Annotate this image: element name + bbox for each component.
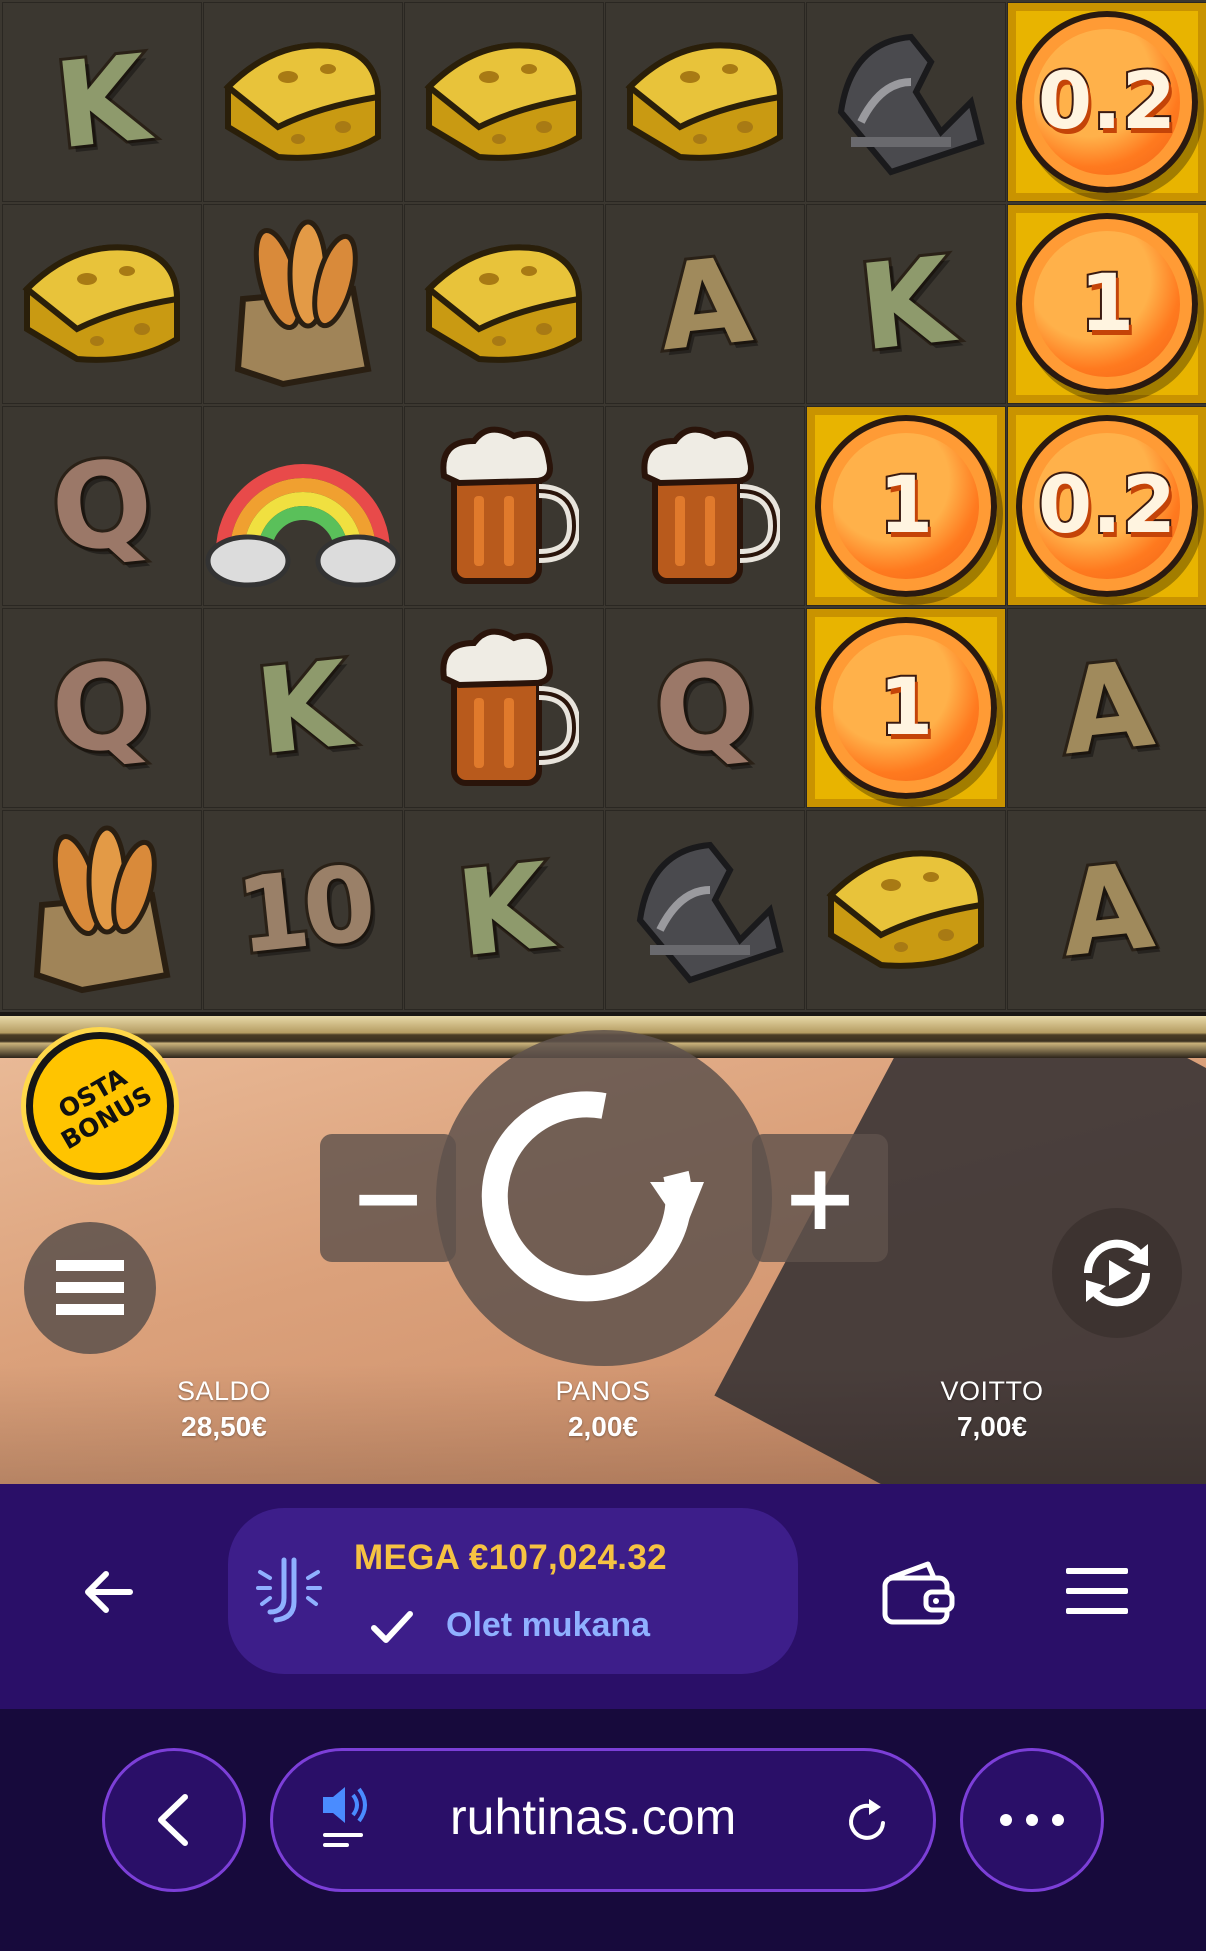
reel-cell: A [605, 204, 805, 404]
balance-value: 28,50€ [181, 1411, 267, 1442]
reel-cell [203, 2, 403, 202]
rainbow-icon [203, 421, 403, 591]
letter-symbol: K [448, 834, 559, 987]
bet-label: PANOS [555, 1376, 651, 1406]
letter-symbol: K [850, 228, 961, 381]
reel-cell: Q [2, 406, 202, 606]
check-icon [371, 1611, 413, 1643]
increase-bet-button[interactable]: + [752, 1134, 888, 1262]
reel-cell: 1 [806, 406, 1006, 606]
letter-symbol: Q [645, 631, 765, 785]
back-arrow-icon[interactable] [78, 1562, 138, 1622]
jackpot-amount: MEGA €107,024.32 [354, 1538, 667, 1577]
cheese-icon [419, 229, 589, 379]
win-display: VOITTO 7,00€ [882, 1376, 1102, 1443]
bet-value: 2,00€ [567, 1411, 639, 1442]
reel-cell [2, 204, 202, 404]
letter-symbol: A [649, 228, 760, 381]
cheese-icon [419, 27, 589, 177]
coin-symbol: 1 [1016, 213, 1198, 395]
balance-display: SALDO 28,50€ [114, 1376, 334, 1443]
letter-symbol: 10 [228, 839, 379, 980]
autoplay-button[interactable] [1052, 1208, 1182, 1338]
reel-cell [203, 406, 403, 606]
browser-more-button[interactable] [960, 1748, 1104, 1892]
trap-icon [620, 830, 790, 990]
more-dots-icon [1000, 1814, 1064, 1826]
coin-value: 1 [877, 661, 935, 755]
bread-icon [223, 219, 383, 389]
reel-cell: K [203, 608, 403, 808]
coin-value: 1 [877, 459, 935, 553]
coin-value: 0.2 [1036, 459, 1178, 553]
reel-cell: 1 [806, 608, 1006, 808]
reel-cell: Q [605, 608, 805, 808]
reel-cell [605, 406, 805, 606]
letter-symbol: Q [42, 631, 162, 785]
spin-button[interactable] [436, 1030, 772, 1366]
win-value: 7,00€ [956, 1411, 1028, 1442]
reel-cell: A [1007, 810, 1206, 1010]
win-label: VOITTO [940, 1376, 1044, 1406]
reel-cell: Q [2, 608, 202, 808]
autoplay-icon [1083, 1239, 1151, 1307]
letter-symbol: A [1051, 632, 1162, 785]
coin-symbol: 0.2 [1016, 415, 1198, 597]
beer-icon [630, 421, 780, 591]
coin-value: 0.2 [1036, 55, 1178, 149]
reel-cell [404, 608, 604, 808]
reel-cell: K [806, 204, 1006, 404]
chevron-left-icon [158, 1794, 188, 1846]
reel-cell: 1 [1007, 204, 1206, 404]
beer-icon [429, 421, 579, 591]
cheese-icon [620, 27, 790, 177]
coin-symbol: 1 [815, 617, 997, 799]
game-menu-button[interactable] [24, 1222, 156, 1354]
trap-icon [821, 22, 991, 182]
cheese-icon [821, 835, 991, 985]
coin-symbol: 0.2 [1016, 11, 1198, 193]
reel-cell: 10 [203, 810, 403, 1010]
wallet-icon[interactable] [880, 1560, 956, 1626]
main-menu-icon[interactable] [1066, 1566, 1128, 1616]
reel-cell: K [404, 810, 604, 1010]
coin-symbol: 1 [815, 415, 997, 597]
reload-icon[interactable] [843, 1797, 893, 1847]
browser-back-button[interactable] [102, 1748, 246, 1892]
letter-symbol: K [247, 632, 358, 785]
cheese-icon [17, 229, 187, 379]
reel-cell [605, 2, 805, 202]
reel-cell [404, 406, 604, 606]
letter-symbol: K [46, 26, 157, 179]
cheese-icon [218, 27, 388, 177]
speaker-icon [323, 1787, 367, 1847]
letter-symbol: A [1051, 834, 1162, 987]
spin-arrow-icon [481, 1091, 704, 1302]
reel-cell [806, 810, 1006, 1010]
joined-status: Olet mukana [446, 1606, 651, 1644]
jackpot-widget[interactable]: MEGA €107,024.32 Olet mukana [228, 1508, 798, 1674]
reel-cell [2, 810, 202, 1010]
beer-icon [429, 623, 579, 793]
plus-icon: + [781, 1144, 859, 1251]
reel-cell [404, 2, 604, 202]
buy-bonus-button[interactable]: OSTA BONUS [26, 1032, 174, 1180]
reel-cell [404, 204, 604, 404]
reel-cell [806, 2, 1006, 202]
reel-cell [605, 810, 805, 1010]
reel-cell: K [2, 2, 202, 202]
reel-cell: A [1007, 608, 1206, 808]
slot-reels: K 0.2 A K 1 Q 1 0.2 Q K Q 1 A 10 K A [0, 0, 1206, 1016]
bread-icon [22, 825, 182, 995]
letter-symbol: Q [42, 429, 162, 583]
url-text: ruhtinas.com [450, 1789, 737, 1845]
balance-label: SALDO [176, 1376, 272, 1406]
hamburger-icon [56, 1260, 124, 1315]
reel-cell: 0.2 [1007, 406, 1206, 606]
bet-display: PANOS 2,00€ [493, 1376, 713, 1443]
jackpot-logo-icon [256, 1557, 322, 1623]
coin-value: 1 [1078, 257, 1136, 351]
reel-cell: 0.2 [1007, 2, 1206, 202]
reel-cell [203, 204, 403, 404]
